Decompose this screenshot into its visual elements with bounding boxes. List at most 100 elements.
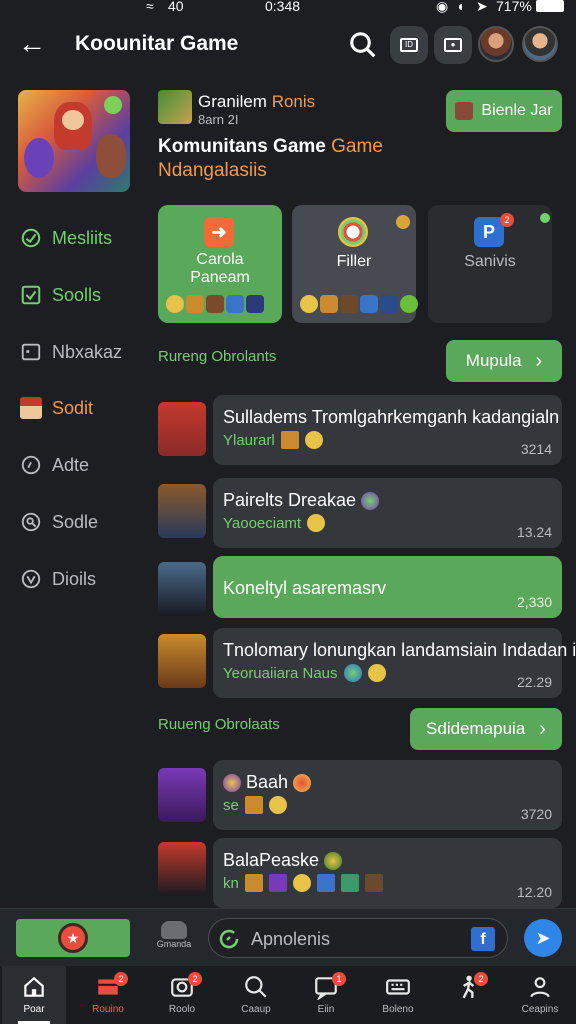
sidebar-item-label: Sodle xyxy=(52,511,99,532)
sidebar-item-adte[interactable]: Adte xyxy=(20,450,89,480)
card-chips xyxy=(166,295,264,313)
profile-icon xyxy=(530,977,550,998)
avatar xyxy=(158,562,206,616)
send-icon: ➤ xyxy=(535,927,551,948)
more-button-label: Mupula xyxy=(465,351,522,370)
message-text: Baah xyxy=(223,772,312,793)
group-subtitle: Ndangalasiis xyxy=(158,160,267,181)
game-launch-button[interactable]: ★ xyxy=(16,919,130,957)
list-item[interactable]: BalaPeaske kn 12.20 xyxy=(213,838,562,908)
sidebar-item-mesliits[interactable]: Mesliits xyxy=(20,223,112,253)
join-icon xyxy=(455,102,474,120)
status-bar: ≈ 40 0:348 ◉ ◖ ➤ 717% xyxy=(0,0,576,14)
back-arrow-icon[interactable]: ← xyxy=(18,30,46,58)
game-logo-icon: ★ xyxy=(58,923,88,953)
home-icon xyxy=(24,976,44,997)
compass-icon xyxy=(338,217,368,247)
id-card-icon: ID xyxy=(400,38,418,52)
search-icon xyxy=(21,512,41,532)
emoji-icon xyxy=(293,774,312,793)
sidebar-item-soolls[interactable]: Soolls xyxy=(20,280,101,310)
sidebar-item-sodle[interactable]: Sodle xyxy=(20,507,98,537)
sidebar-item-label: Sodit xyxy=(52,397,94,418)
timestamp: 13.24 xyxy=(516,524,552,540)
wifi-icon: ≈ xyxy=(146,0,154,14)
gamepad-icon xyxy=(161,921,187,939)
square-icon xyxy=(21,343,41,361)
more-button[interactable]: Mupula › xyxy=(446,340,562,382)
gamepad-label: Gmanda xyxy=(156,939,192,949)
notification-badge: 2 xyxy=(474,972,488,986)
tab-caaup[interactable]: Caaup xyxy=(224,966,288,1024)
tab-home[interactable]: Poar xyxy=(2,966,66,1024)
search-icon xyxy=(245,976,267,998)
sidebar-item-sodit[interactable]: Sodit xyxy=(20,393,93,423)
more-button-label: Sdidemapuia xyxy=(426,719,526,738)
facebook-icon[interactable]: f xyxy=(471,927,495,951)
card-filler[interactable]: Filler xyxy=(292,205,418,323)
image-button[interactable]: ● xyxy=(434,26,472,64)
id-card-button[interactable]: ID xyxy=(390,26,428,64)
timestamp: 2,330 xyxy=(516,594,552,610)
avatar xyxy=(158,842,206,896)
sync-icon: ◖ xyxy=(456,0,465,14)
group-meta: 8arn 2I xyxy=(198,112,239,127)
sidebar-item-nbxakaz[interactable]: Nbxakaz xyxy=(20,337,122,367)
emoji-icon xyxy=(304,431,323,449)
tab-activity[interactable]: 2 xyxy=(436,966,500,1024)
section-title: Ruueng Obrolaats xyxy=(158,716,280,733)
emoji-icon xyxy=(343,664,362,682)
status-left: 40 xyxy=(168,0,184,14)
timestamp: 3214 xyxy=(520,441,552,457)
avatar[interactable] xyxy=(478,26,514,62)
emoji-icon xyxy=(244,796,263,814)
send-button[interactable]: ➤ xyxy=(524,919,562,957)
check-square-icon xyxy=(21,285,41,305)
sidebar-item-label: Soolls xyxy=(52,284,102,305)
clock: 0:348 xyxy=(265,0,301,14)
list-item[interactable]: Tnolomary lonungkan landamsiain Indadan … xyxy=(213,628,576,698)
tab-boleno[interactable]: Boleno xyxy=(366,966,430,1024)
down-circle-icon xyxy=(21,569,41,589)
online-dot xyxy=(540,213,550,223)
notification-badge: 1 xyxy=(332,972,346,986)
list-item[interactable]: Sulladems Tromlgahrkemganh kadangialn Yl… xyxy=(213,395,562,465)
card-carola[interactable]: ➜ Carola Paneam xyxy=(158,205,282,323)
avatar xyxy=(158,634,206,688)
list-item[interactable]: Baah se 3720 xyxy=(213,760,562,830)
sidebar-item-dioils[interactable]: Dioils xyxy=(20,564,96,594)
tab-eiin[interactable]: Eiin 1 xyxy=(294,966,358,1024)
notification-badge: 2 xyxy=(500,213,514,227)
avatar xyxy=(158,768,206,822)
emoji-icon xyxy=(223,774,241,793)
chevron-right-icon: › xyxy=(535,349,543,372)
check-circle-icon xyxy=(21,228,41,248)
battery-text: 717% xyxy=(496,0,532,14)
timestamp: 3720 xyxy=(520,806,552,822)
tab-rouino[interactable]: Rouino 2 xyxy=(76,966,140,1024)
message-text: BalaPeaske xyxy=(223,850,343,871)
emoji-icon xyxy=(361,492,380,511)
search-icon[interactable] xyxy=(348,30,378,60)
group-title: Komunitans Game Game xyxy=(158,136,383,157)
sidebar-item-label: Adte xyxy=(52,454,90,475)
composer-bar: ★ Gmanda Apnolenis f ➤ xyxy=(0,908,576,966)
chat-icon xyxy=(21,455,41,475)
message-input[interactable]: Apnolenis f xyxy=(208,918,508,958)
avatar xyxy=(158,402,206,456)
profile-avatar[interactable] xyxy=(522,26,558,62)
tab-ceapins[interactable]: Ceapins xyxy=(508,966,572,1024)
top-bar: ← Koounitar Game ID ● xyxy=(0,18,576,74)
list-item-active[interactable]: Koneltyl asaremasrv 2,330 xyxy=(213,556,562,618)
card-sanivis[interactable]: P 2 Sanivis xyxy=(428,205,552,323)
list-item[interactable]: Pairelts Dreakae Yaooeciamt 13.24 xyxy=(213,478,562,548)
location-icon: ➤ xyxy=(476,0,488,14)
more-button[interactable]: Sdidemapuia › xyxy=(410,708,562,750)
message-author: kn xyxy=(223,874,383,892)
gamepad-button[interactable]: Gmanda xyxy=(156,921,192,957)
alarm-icon: ◉ xyxy=(436,0,449,14)
tab-roolo[interactable]: Roolo 2 xyxy=(150,966,214,1024)
join-button[interactable]: Bienle Jar xyxy=(446,90,562,132)
card-label: Filler xyxy=(336,253,372,270)
section-title: Rureng Obrolants xyxy=(158,348,277,365)
